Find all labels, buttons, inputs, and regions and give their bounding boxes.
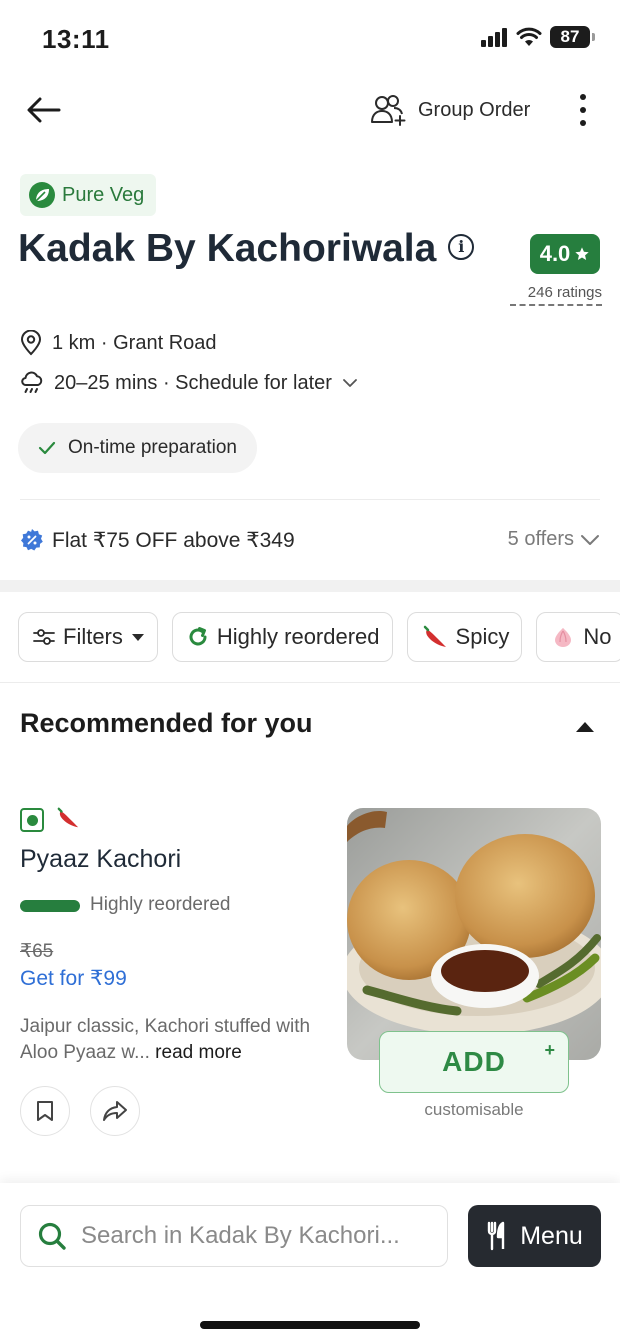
divider	[20, 499, 600, 500]
read-more-link[interactable]: read more	[150, 1042, 242, 1063]
rating-count[interactable]: 246 ratings	[510, 284, 602, 306]
status-bar: 13:11 87	[0, 0, 620, 80]
filter-sliders-icon	[33, 629, 55, 645]
chevron-down-icon	[343, 379, 357, 387]
bottom-search-panel: Menu	[0, 1183, 620, 1342]
item-description: Jaipur classic, Kachori stuffed with Alo…	[20, 1014, 330, 1066]
chevron-down-icon	[581, 534, 599, 545]
signal-icon	[481, 28, 507, 47]
highly-reordered-label: Highly reordered	[216, 624, 380, 649]
pure-veg-badge: Pure Veg	[20, 174, 157, 216]
more-icon	[580, 120, 586, 126]
delivery-time-row[interactable]: 20–25 mins · Schedule for later	[20, 370, 358, 396]
search-icon	[38, 1222, 66, 1250]
status-icons: 87	[480, 26, 595, 48]
battery-indicator: 87	[550, 26, 595, 48]
filters-chip[interactable]: Filters	[18, 612, 158, 662]
offer-badge-icon	[21, 529, 43, 551]
section-title: Recommended for you	[20, 708, 313, 738]
back-button[interactable]	[24, 90, 64, 130]
non-spicy-label: No	[583, 624, 612, 649]
cutlery-icon	[488, 1221, 505, 1251]
menu-button[interactable]: Menu	[468, 1205, 601, 1267]
offer-price: Get for ₹99	[20, 967, 127, 990]
group-order-label: Group Order	[418, 98, 531, 121]
spicy-chip[interactable]: Spicy	[406, 612, 523, 662]
bookmark-button[interactable]	[20, 1086, 70, 1136]
spicy-label: Spicy	[455, 624, 510, 649]
collapse-section-button[interactable]	[574, 716, 596, 738]
leaf-icon	[29, 182, 55, 208]
more-icon	[580, 94, 586, 100]
on-time-preparation-chip: On-time preparation	[18, 423, 257, 473]
info-icon[interactable]: i	[448, 233, 475, 260]
back-arrow-icon	[27, 97, 61, 123]
on-time-label: On-time preparation	[68, 437, 237, 458]
onion-icon	[555, 628, 572, 647]
offers-count-label: 5 offers	[507, 528, 574, 550]
add-plus-icon: +	[544, 1040, 556, 1060]
home-indicator	[200, 1321, 420, 1329]
item-image[interactable]	[347, 808, 601, 1060]
delivery-time-text: 20–25 mins · Schedule for later	[54, 371, 332, 394]
filter-chips: Filters Highly reordered Spicy No	[18, 612, 620, 662]
wifi-icon	[516, 27, 542, 46]
chili-icon	[57, 807, 79, 828]
more-icon	[580, 107, 586, 113]
veg-mark-icon	[20, 808, 44, 832]
bookmark-icon	[37, 1101, 53, 1121]
offer-row[interactable]: Flat ₹75 OFF above ₹349 5 offers	[20, 520, 600, 560]
rain-cloud-icon	[21, 371, 43, 393]
item-tag: Highly reordered	[90, 894, 231, 915]
section-separator	[0, 580, 620, 592]
menu-label: Menu	[520, 1221, 583, 1250]
share-icon	[103, 1101, 127, 1121]
caret-down-icon	[131, 634, 144, 641]
add-label: ADD	[442, 1046, 506, 1077]
original-price: ₹65	[20, 941, 54, 962]
search-box[interactable]	[20, 1205, 448, 1267]
offer-text: Flat ₹75 OFF above ₹349	[52, 528, 295, 552]
group-order-button[interactable]: Group Order	[370, 90, 530, 130]
share-button[interactable]	[90, 1086, 140, 1136]
kachori-plate-illustration	[347, 808, 601, 1060]
status-time: 13:11	[42, 24, 110, 54]
item-name: Pyaaz Kachori	[20, 845, 182, 873]
add-button[interactable]: ADD +	[379, 1031, 569, 1093]
group-order-icon	[371, 95, 406, 126]
highly-reordered-chip[interactable]: Highly reordered	[171, 612, 393, 662]
restaurant-name: Kadak By Kachoriwala	[18, 227, 437, 270]
divider	[0, 682, 620, 683]
location-pin-icon	[20, 330, 42, 356]
pure-veg-label: Pure Veg	[62, 183, 145, 206]
customisable-label: customisable	[424, 1100, 524, 1119]
non-spicy-chip[interactable]: No	[536, 612, 620, 662]
search-input[interactable]	[81, 1222, 441, 1250]
chili-icon	[423, 625, 446, 647]
star-icon	[575, 247, 589, 260]
offers-count-button[interactable]: 5 offers	[508, 528, 600, 551]
rating-badge[interactable]: 4.0	[530, 234, 600, 274]
top-nav: Group Order	[0, 84, 620, 132]
more-options-button[interactable]	[570, 90, 596, 130]
highly-reordered-bar	[20, 900, 80, 912]
filters-label: Filters	[63, 624, 123, 649]
restaurant-title: Kadak By Kachoriwala i	[18, 226, 478, 271]
rating-value: 4.0	[539, 241, 571, 266]
location-text: 1 km · Grant Road	[52, 331, 217, 354]
check-icon	[38, 441, 56, 455]
caret-up-icon	[576, 722, 594, 732]
location-row: 1 km · Grant Road	[20, 330, 217, 356]
reorder-icon	[189, 627, 207, 646]
